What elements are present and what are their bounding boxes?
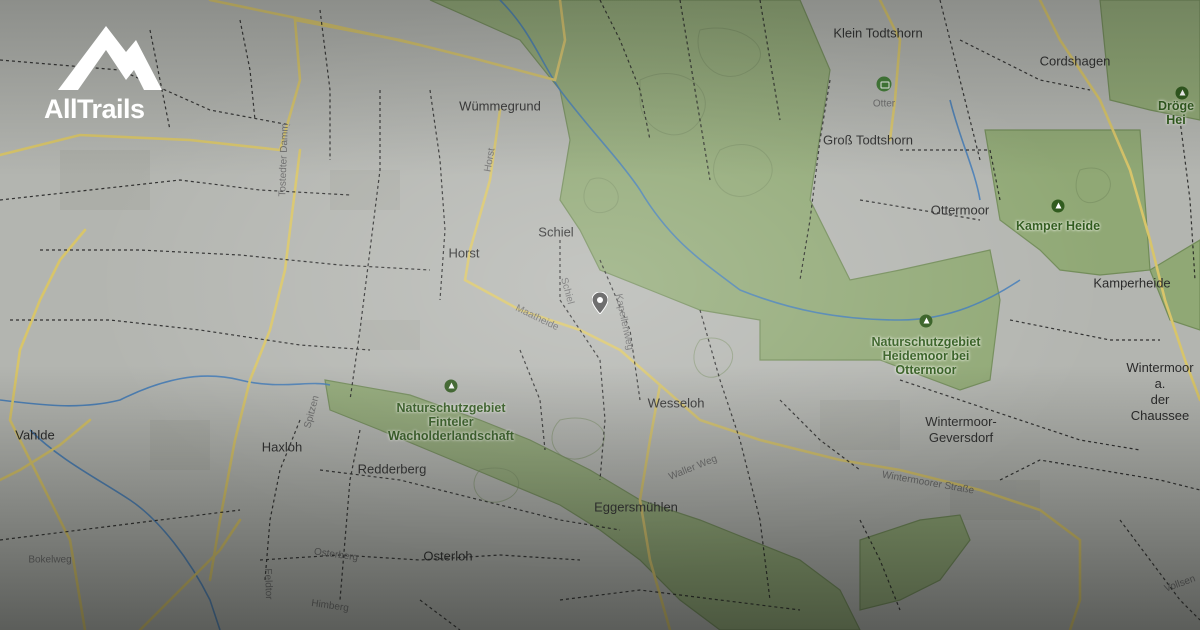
place-label-redderberg: Redderberg [357, 461, 427, 477]
brand-name: AllTrails [44, 94, 145, 124]
place-label-ottermoor: Ottermoor [930, 202, 990, 218]
park-tree-icon[interactable] [444, 379, 458, 393]
place-label-osterloh: Osterloh [423, 548, 473, 564]
place-label-klein-todtshorn: Klein Todtshorn [833, 25, 923, 41]
place-label-gross-todtshorn: Groß Todtshorn [822, 132, 914, 148]
place-label-cordshagen: Cordshagen [1039, 53, 1111, 69]
place-label-eggersmuehlen: Eggersmühlen [594, 499, 678, 515]
alltrails-logo[interactable]: AllTrails [44, 22, 172, 124]
place-label-wesseloh: Wesseloh [647, 395, 705, 411]
map-base [0, 0, 1200, 630]
road-label-bokelweg: Bokelweg [28, 554, 72, 566]
place-label-schiel: Schiel [538, 224, 574, 240]
park-tree-icon[interactable] [919, 314, 933, 328]
place-label-vahlde: Vahlde [15, 427, 55, 443]
place-label-kamperheide: Kamperheide [1093, 275, 1171, 291]
location-pin-icon[interactable] [592, 292, 608, 314]
map-view[interactable]: Klein Todtshorn Cordshagen Wümmegrund Ot… [0, 0, 1200, 630]
camera-icon[interactable] [876, 76, 892, 92]
mountain-logo-icon [58, 26, 162, 90]
park-label-kamper-heide[interactable]: Kamper Heide [1016, 219, 1100, 233]
park-label-droge-heide[interactable]: Dröge Hei [1158, 99, 1194, 127]
place-label-wintermoor-chaussee: Wintermoor a. der Chaussee [1126, 360, 1194, 423]
road-label-feldtor: Feldtor [261, 568, 275, 600]
place-label-wuemmegrund: Wümmegrund [459, 98, 541, 114]
park-label-heidemoor[interactable]: Naturschutzgebiet Heidemoor bei Ottermoo… [871, 335, 980, 377]
park-tree-icon[interactable] [1051, 199, 1065, 213]
place-label-haxloh: Haxloh [261, 439, 303, 455]
place-label-otter: Otter [872, 98, 896, 110]
place-label-wintermoor-geversdorf: Wintermoor- Geversdorf [925, 414, 997, 445]
park-label-finteler[interactable]: Naturschutzgebiet Finteler Wacholderland… [388, 401, 514, 443]
park-tree-icon[interactable] [1175, 86, 1189, 100]
place-label-horst: Horst [448, 245, 480, 261]
